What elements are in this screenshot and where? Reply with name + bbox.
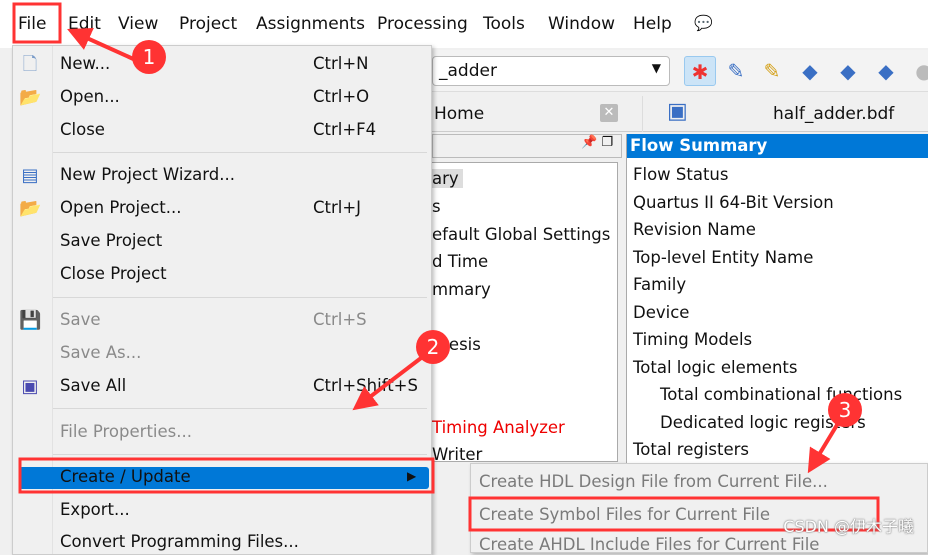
step-label-3: 3 — [839, 398, 852, 422]
arrow-2 — [352, 353, 427, 411]
step-label-1: 1 — [143, 45, 156, 69]
highlight-box-create-update — [18, 457, 435, 494]
arrow-1 — [67, 28, 141, 64]
watermark: CSDN @伊木子曦 — [783, 517, 914, 536]
arrow-3 — [807, 418, 842, 474]
annotation-overlay: 1 2 3 — [12, 2, 880, 532]
highlight-box-file — [12, 2, 62, 44]
step-label-2: 2 — [427, 335, 440, 359]
